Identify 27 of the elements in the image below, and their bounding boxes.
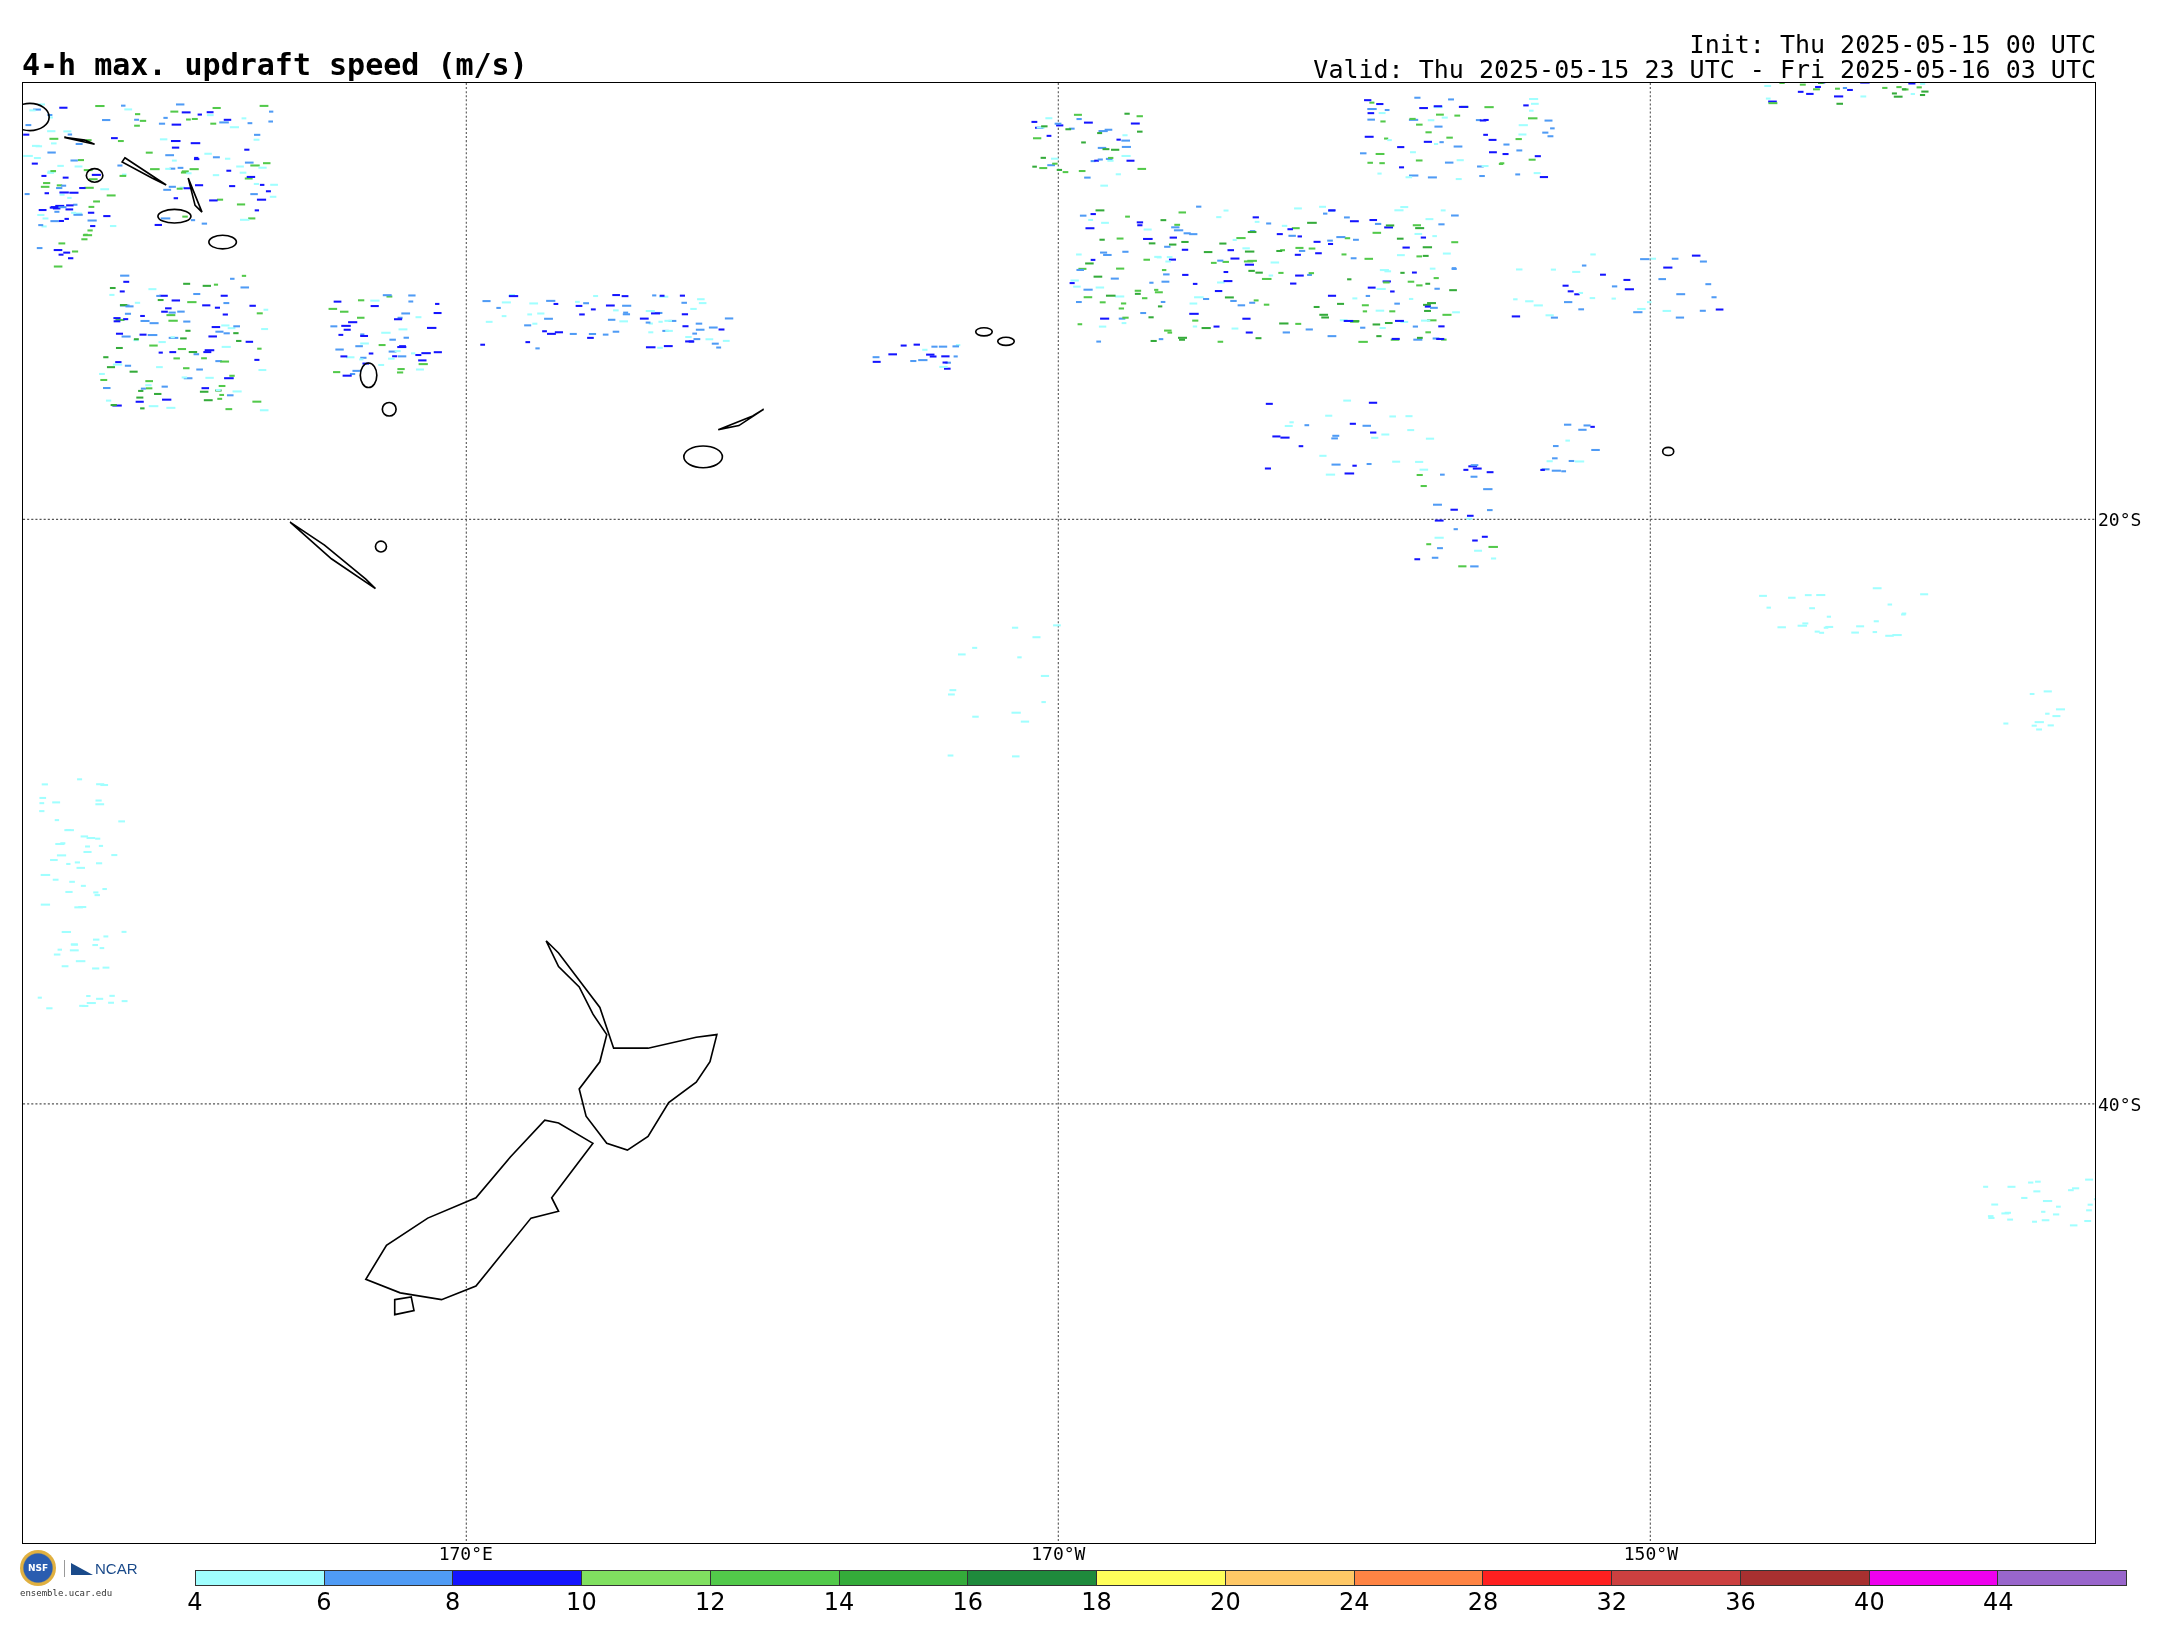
nsf-logo: NSF xyxy=(20,1550,56,1586)
scale-tick-label: 40 xyxy=(1854,1588,1885,1616)
scale-tick-label: 10 xyxy=(566,1588,597,1616)
init-time: Init: Thu 2025-05-15 00 UTC xyxy=(1689,32,2096,57)
latitude-label: 20°S xyxy=(2097,508,2142,530)
scale-tick-label: 8 xyxy=(444,1588,461,1616)
scale-tick-label: 20 xyxy=(1210,1588,1241,1616)
ncar-mark-icon xyxy=(71,1561,93,1575)
longitude-label: 150°W xyxy=(1623,1544,1678,1564)
scale-tick-label: 14 xyxy=(823,1588,855,1616)
scale-tick-label: 24 xyxy=(1338,1588,1370,1616)
scale-tick-label: 36 xyxy=(1725,1588,1756,1616)
website-url: ensemble.ucar.edu xyxy=(20,1588,114,1598)
scale-tick-label: 28 xyxy=(1467,1588,1499,1616)
scale-tick-label: 16 xyxy=(952,1588,984,1616)
scale-tick-label: 6 xyxy=(316,1588,332,1616)
longitude-label: 170°W xyxy=(1031,1544,1086,1564)
scale-tick-label: 4 xyxy=(187,1588,203,1616)
scale-tick-label: 44 xyxy=(1982,1588,2014,1616)
chart-title: 4-h max. updraft speed (m/s) xyxy=(22,50,528,80)
scale-tick-label: 32 xyxy=(1596,1588,1628,1616)
ncar-name: NCAR xyxy=(95,1559,138,1577)
scale-tick-label: 12 xyxy=(694,1588,726,1616)
scale-tick-label: 18 xyxy=(1081,1588,1112,1616)
latitude-label: 40°S xyxy=(2097,1093,2142,1115)
valid-time: Valid: Thu 2025-05-15 23 UTC - Fri 2025-05-16 03 UTC xyxy=(1313,57,2096,82)
longitude-label: 170°E xyxy=(438,1544,493,1564)
